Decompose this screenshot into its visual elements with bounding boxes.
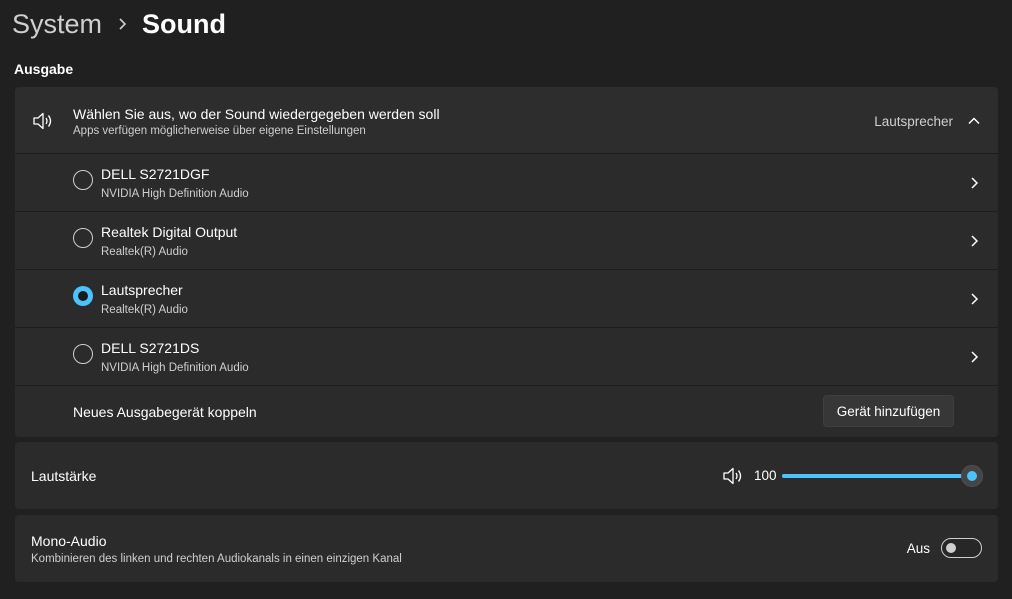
device-driver: Realtek(R) Audio (101, 246, 188, 258)
output-device-row[interactable]: Lautsprecher Realtek(R) Audio (15, 270, 998, 328)
pair-device-label: Neues Ausgabegerät koppeln (73, 404, 257, 420)
volume-mute-icon[interactable] (722, 466, 744, 486)
output-header-subtitle: Apps verfügen möglicherweise über eigene… (73, 125, 366, 137)
volume-value: 100 (754, 468, 777, 483)
speaker-icon (32, 111, 54, 131)
device-driver: NVIDIA High Definition Audio (101, 188, 249, 200)
device-radio-button-selected[interactable] (73, 286, 93, 306)
mono-audio-card: Mono-Audio Kombinieren des linken und re… (15, 515, 998, 582)
device-name: Lautsprecher (101, 282, 183, 298)
output-device-row[interactable]: DELL S2721DGF NVIDIA High Definition Aud… (15, 154, 998, 212)
section-label-output: Ausgabe (14, 61, 74, 77)
chevron-right-icon[interactable] (969, 234, 979, 248)
volume-slider-fill (782, 474, 972, 478)
device-radio-button[interactable] (73, 344, 93, 364)
mono-audio-toggle[interactable] (941, 538, 982, 558)
device-name: DELL S2721DGF (101, 166, 210, 182)
chevron-right-icon (117, 17, 127, 31)
chevron-right-icon[interactable] (969, 350, 979, 364)
volume-card: Lautstärke 100 (15, 442, 998, 509)
volume-slider[interactable] (782, 464, 985, 488)
add-device-button[interactable]: Gerät hinzufügen (823, 395, 954, 427)
mono-audio-title: Mono-Audio (31, 533, 107, 549)
sound-settings-page: System Sound Ausgabe Wählen Sie aus, wo … (0, 0, 1012, 599)
output-device-row[interactable]: Realtek Digital Output Realtek(R) Audio (15, 212, 998, 270)
device-name: Realtek Digital Output (101, 224, 238, 240)
output-device-row[interactable]: DELL S2721DS NVIDIA High Definition Audi… (15, 328, 998, 386)
device-radio-button[interactable] (73, 228, 93, 248)
page-title: Sound (142, 8, 227, 39)
breadcrumb: System Sound (12, 4, 226, 44)
device-driver: Realtek(R) Audio (101, 304, 188, 316)
device-name: DELL S2721DS (101, 340, 200, 356)
chevron-right-icon[interactable] (969, 292, 979, 306)
volume-label: Lautstärke (31, 468, 97, 484)
device-radio-button[interactable] (73, 170, 93, 190)
breadcrumb-system-link[interactable]: System (12, 9, 102, 40)
output-device-expander[interactable]: Wählen Sie aus, wo der Sound wiedergegeb… (15, 87, 998, 154)
chevron-right-icon[interactable] (969, 176, 979, 190)
device-driver: NVIDIA High Definition Audio (101, 362, 249, 374)
output-header-title: Wählen Sie aus, wo der Sound wiedergegeb… (73, 106, 440, 122)
mono-audio-state-label: Aus (906, 541, 930, 556)
toggle-knob (946, 543, 956, 553)
output-selected-device-label: Lautsprecher (874, 114, 953, 129)
chevron-up-icon[interactable] (967, 114, 981, 128)
output-device-group: Wählen Sie aus, wo der Sound wiedergegeb… (15, 87, 998, 437)
volume-slider-thumb[interactable] (961, 465, 983, 487)
pair-output-device-row: Neues Ausgabegerät koppeln Gerät hinzufü… (15, 386, 998, 437)
mono-audio-subtitle: Kombinieren des linken und rechten Audio… (31, 553, 402, 565)
